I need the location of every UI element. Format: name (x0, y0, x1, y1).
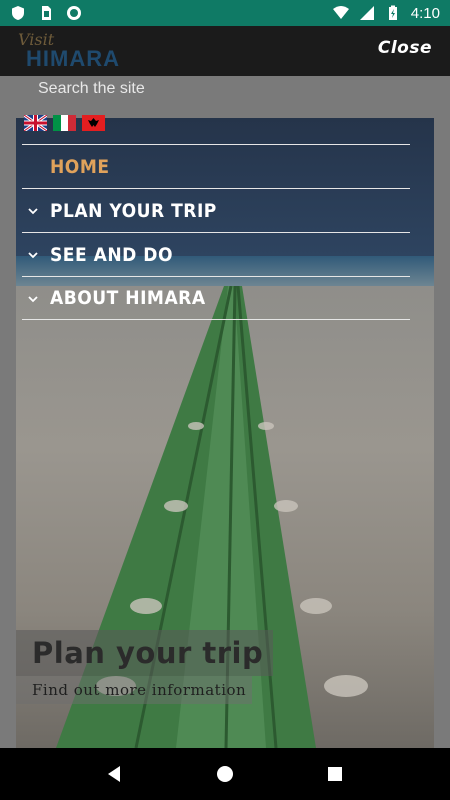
recents-icon[interactable] (325, 764, 345, 784)
promo-link[interactable]: Find out more information (16, 676, 253, 704)
main-menu: HOME PLAN YOUR TRIP SEE AND DO ABOUT HIM… (22, 144, 410, 320)
close-menu-button[interactable]: Close (378, 38, 432, 58)
system-nav-bar (0, 748, 450, 800)
wifi-icon (332, 6, 349, 19)
chevron-down-icon[interactable] (28, 294, 38, 304)
battery-charging-icon (388, 5, 397, 20)
menu-item-label: SEE AND DO (50, 243, 174, 266)
menu-item-see-and-do[interactable]: SEE AND DO (22, 232, 410, 276)
logo-name-text: HIMARA (26, 46, 120, 71)
menu-item-label: PLAN YOUR TRIP (50, 199, 217, 222)
menu-item-about-himara[interactable]: ABOUT HIMARA (22, 276, 410, 320)
search-input[interactable]: Search the site (38, 80, 145, 98)
back-icon[interactable] (105, 764, 125, 784)
menu-item-home[interactable]: HOME (22, 144, 410, 188)
sim-card-icon (42, 6, 51, 20)
clock: 4:10 (410, 4, 440, 22)
signal-icon (359, 6, 374, 20)
circle-record-icon (67, 6, 81, 20)
menu-item-label: HOME (50, 155, 110, 178)
language-selector (24, 115, 105, 131)
italian-flag-icon[interactable] (53, 115, 76, 131)
chevron-down-icon[interactable] (28, 250, 38, 260)
chevron-down-icon[interactable] (28, 206, 38, 216)
menu-overlay: Search the site HOME PLAN YOUR TRIP SEE … (0, 76, 450, 748)
english-flag-icon[interactable] (24, 115, 47, 131)
albanian-flag-icon[interactable] (82, 115, 105, 131)
shield-icon (12, 6, 24, 20)
site-logo[interactable]: Visit HIMARA (18, 30, 138, 72)
menu-item-plan-your-trip[interactable]: PLAN YOUR TRIP (22, 188, 410, 232)
menu-item-label: ABOUT HIMARA (50, 287, 206, 309)
status-bar: 4:10 (0, 0, 450, 26)
promo-title: Plan your trip (16, 630, 274, 676)
site-header: Visit HIMARA Close (0, 26, 450, 76)
home-icon[interactable] (215, 764, 235, 784)
